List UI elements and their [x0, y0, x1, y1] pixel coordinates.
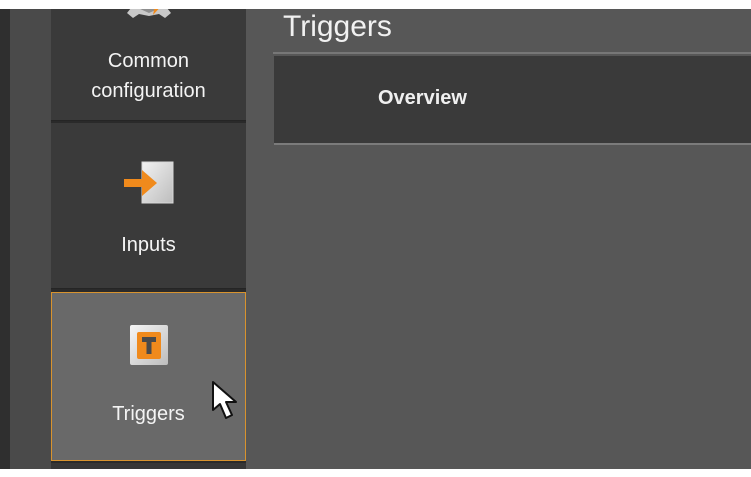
- trigger-icon: [126, 323, 172, 369]
- sidebar-item-triggers[interactable]: Triggers: [51, 292, 246, 461]
- sidebar-item-label-line-common: Common: [107, 50, 190, 72]
- tab-bar: Overview: [274, 56, 751, 145]
- arrow-input-icon: [122, 159, 176, 209]
- sidebar-item-inputs[interactable]: Inputs: [51, 123, 246, 289]
- page-title: Triggers: [283, 10, 392, 44]
- sidebar-item-label-inputs: Inputs: [121, 234, 176, 256]
- screenshot-stage: Common configuration Inputs Triggers Tri…: [0, 0, 751, 477]
- left-window-edge: [0, 9, 10, 469]
- left-gutter: [10, 9, 51, 469]
- sidebar-item-common-configuration[interactable]: Common configuration: [51, 9, 246, 121]
- tab-overview[interactable]: Overview: [378, 85, 467, 111]
- sidebar-item-label-line-configuration: configuration: [91, 80, 206, 102]
- sidebar-item-label-common-configuration: Common configuration: [51, 46, 246, 106]
- main-content: Triggers Overview: [246, 9, 751, 469]
- title-divider: [273, 52, 751, 54]
- sidebar-item-partial[interactable]: [51, 463, 246, 469]
- gear-icon: [120, 9, 178, 19]
- mouse-pointer-icon: [212, 381, 237, 419]
- application-window: Common configuration Inputs Triggers Tri…: [0, 9, 751, 469]
